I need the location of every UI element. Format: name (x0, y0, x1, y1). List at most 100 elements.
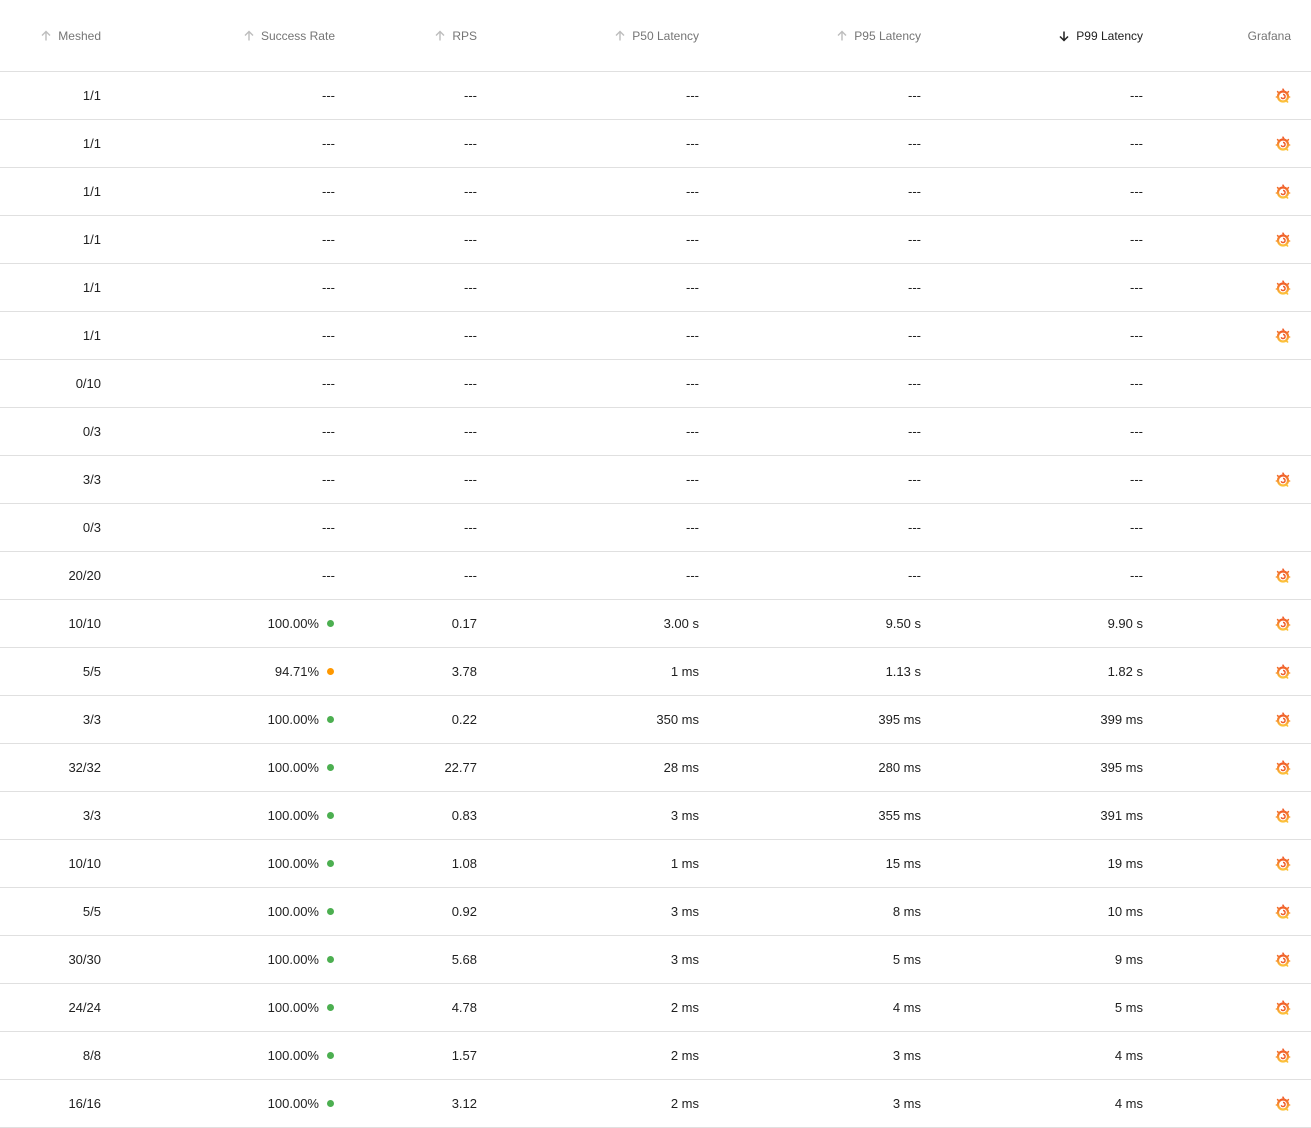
p95-latency-cell: --- (720, 456, 921, 503)
p95-value: --- (908, 136, 921, 151)
grafana-link[interactable] (1275, 663, 1292, 680)
success-rate-value: 100.00% (267, 712, 319, 727)
rps-cell: --- (350, 504, 477, 551)
success-rate-value: 100.00% (267, 1048, 319, 1063)
grafana-link[interactable] (1275, 327, 1292, 344)
p99-latency-cell: --- (940, 408, 1143, 455)
p95-value: 15 ms (885, 856, 921, 871)
grafana-link[interactable] (1275, 471, 1292, 488)
grafana-icon (1275, 663, 1291, 679)
p50-latency-cell: 3.00 s (500, 600, 699, 647)
grafana-cell (1160, 312, 1292, 359)
grafana-link[interactable] (1275, 1047, 1292, 1064)
grafana-link[interactable] (1275, 711, 1292, 728)
success-rate-value: --- (322, 520, 335, 535)
p95-latency-cell: 5 ms (720, 936, 921, 983)
rps-cell: --- (350, 216, 477, 263)
success-rate-cell: --- (120, 264, 335, 311)
grafana-icon (1275, 759, 1291, 775)
p50-latency-cell: 28 ms (500, 744, 699, 791)
p99-value: --- (1130, 520, 1143, 535)
column-header-p50-latency[interactable]: P50 Latency (500, 0, 699, 71)
p99-latency-cell: 9 ms (940, 936, 1143, 983)
table-row: 0/10 --- --- --- --- --- (0, 360, 1311, 408)
success-rate-value: 100.00% (267, 904, 319, 919)
grafana-icon (1275, 951, 1291, 967)
grafana-link[interactable] (1275, 903, 1292, 920)
p99-value: 1.82 s (1107, 664, 1143, 679)
p50-value: 2 ms (670, 1000, 699, 1015)
metrics-table: Meshed Success Rate RPS P50 Latency P95 … (0, 0, 1311, 1128)
p99-latency-cell: --- (940, 168, 1143, 215)
success-rate-cell: --- (120, 168, 335, 215)
grafana-link[interactable] (1275, 807, 1292, 824)
table-row: 24/24 100.00% 4.78 2 ms 4 ms 5 ms (0, 984, 1311, 1032)
meshed-cell: 1/1 (0, 72, 101, 119)
p50-latency-cell: --- (500, 360, 699, 407)
grafana-link[interactable] (1275, 951, 1292, 968)
grafana-cell (1160, 600, 1292, 647)
grafana-link[interactable] (1275, 999, 1292, 1016)
p99-latency-cell: 395 ms (940, 744, 1143, 791)
status-dot-icon (327, 860, 334, 867)
grafana-link[interactable] (1275, 183, 1292, 200)
p99-latency-cell: 1.82 s (940, 648, 1143, 695)
rps-value: 5.68 (451, 952, 477, 967)
grafana-link[interactable] (1275, 231, 1292, 248)
rps-value: 3.78 (451, 664, 477, 679)
table-row: 1/1 --- --- --- --- --- (0, 216, 1311, 264)
table-row: 3/3 100.00% 0.83 3 ms 355 ms 391 ms (0, 792, 1311, 840)
column-header-label: Meshed (58, 28, 101, 43)
meshed-cell: 20/20 (0, 552, 101, 599)
rps-cell: --- (350, 552, 477, 599)
meshed-value: 5/5 (82, 664, 101, 679)
p99-latency-cell: 10 ms (940, 888, 1143, 935)
meshed-value: 30/30 (68, 952, 101, 967)
p99-value: --- (1130, 472, 1143, 487)
rps-cell: --- (350, 120, 477, 167)
rps-value: --- (464, 232, 477, 247)
p99-latency-cell: 4 ms (940, 1032, 1143, 1079)
meshed-value: 1/1 (82, 88, 101, 103)
column-header-p99-latency[interactable]: P99 Latency (940, 0, 1143, 71)
grafana-link[interactable] (1275, 615, 1292, 632)
p99-value: --- (1130, 376, 1143, 391)
meshed-cell: 16/16 (0, 1080, 101, 1127)
column-header-p95-latency[interactable]: P95 Latency (720, 0, 921, 71)
column-header-meshed[interactable]: Meshed (0, 0, 101, 71)
meshed-value: 1/1 (82, 232, 101, 247)
p50-latency-cell: 2 ms (500, 984, 699, 1031)
grafana-link[interactable] (1275, 567, 1292, 584)
p50-latency-cell: 350 ms (500, 696, 699, 743)
rps-cell: 3.78 (350, 648, 477, 695)
grafana-cell (1160, 792, 1292, 839)
rps-value: 4.78 (451, 1000, 477, 1015)
grafana-link[interactable] (1275, 279, 1292, 296)
grafana-link[interactable] (1275, 87, 1292, 104)
meshed-cell: 32/32 (0, 744, 101, 791)
p95-latency-cell: 1.13 s (720, 648, 921, 695)
rps-cell: 3.12 (350, 1080, 477, 1127)
table-row: 16/16 100.00% 3.12 2 ms 3 ms 4 ms (0, 1080, 1311, 1128)
p50-latency-cell: --- (500, 504, 699, 551)
grafana-icon (1275, 903, 1291, 919)
arrow-up-icon (614, 30, 626, 42)
success-rate-value: --- (322, 136, 335, 151)
grafana-link[interactable] (1275, 759, 1292, 776)
p50-value: --- (686, 568, 699, 583)
p99-value: 9.90 s (1107, 616, 1143, 631)
rps-cell: 0.22 (350, 696, 477, 743)
grafana-link[interactable] (1275, 1095, 1292, 1112)
p95-value: 395 ms (878, 712, 921, 727)
column-header-success-rate[interactable]: Success Rate (120, 0, 335, 71)
p50-latency-cell: --- (500, 264, 699, 311)
column-header-rps[interactable]: RPS (350, 0, 477, 71)
success-rate-cell: --- (120, 120, 335, 167)
grafana-link[interactable] (1275, 135, 1292, 152)
p50-latency-cell: --- (500, 120, 699, 167)
grafana-link[interactable] (1275, 855, 1292, 872)
p95-value: 280 ms (878, 760, 921, 775)
table-row: 5/5 100.00% 0.92 3 ms 8 ms 10 ms (0, 888, 1311, 936)
p95-value: 9.50 s (885, 616, 921, 631)
rps-cell: --- (350, 264, 477, 311)
